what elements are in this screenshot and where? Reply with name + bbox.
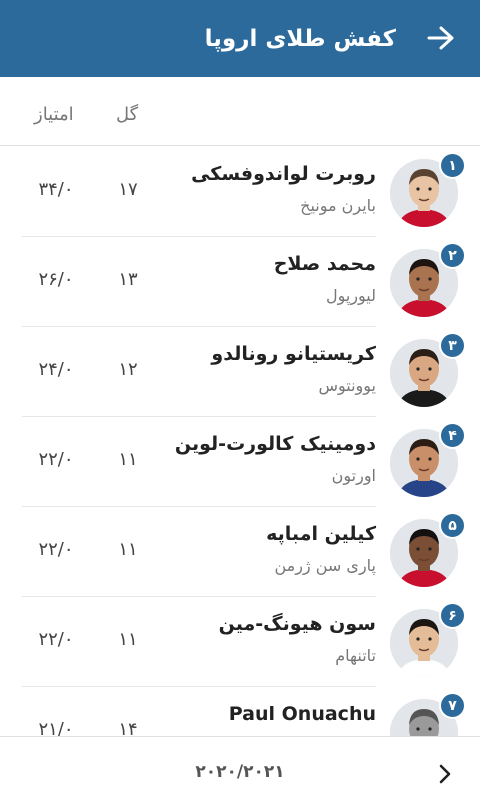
goals-column-header: گل: [116, 104, 139, 125]
player-goals: ۱۷: [118, 179, 138, 200]
player-name: دومینیک کالورت-لوین: [174, 433, 376, 455]
season-label: ۲۰۲۰/۲۰۲۱: [195, 762, 285, 782]
player-team: لیورپول: [325, 286, 376, 305]
player-goals: ۱۲: [118, 359, 138, 380]
player-name: کیلین امباپه: [266, 523, 376, 545]
player-goals: ۱۴: [118, 719, 138, 736]
player-points: ۲۴/۰: [38, 359, 74, 380]
rank-badge: ۵: [439, 512, 466, 539]
player-goals: ۱۳: [118, 269, 138, 290]
scorers-list[interactable]: ۱ روبرت لواندوفسکی بایرن مونیخ ۱۷ ۳۴/۰ ۲ محمد …: [0, 147, 480, 736]
player-points: ۲۶/۰: [38, 269, 74, 290]
points-column-header: امتیاز: [34, 104, 74, 125]
table-row[interactable]: ۴ دومینیک کالورت-لوین اورتون ۱۱ ۲۲/۰: [0, 417, 480, 507]
player-points: ۳۴/۰: [38, 179, 74, 200]
player-name: روبرت لواندوفسکی: [191, 163, 376, 185]
player-points: ۲۲/۰: [38, 539, 74, 560]
table-row[interactable]: ۲ محمد صلاح لیورپول ۱۳ ۲۶/۰: [0, 237, 480, 327]
player-name: Paul Onuachu: [228, 703, 376, 725]
rank-badge: ۶: [439, 602, 466, 629]
player-points: ۲۲/۰: [38, 629, 74, 650]
table-row[interactable]: ۳ کریستیانو رونالدو یوونتوس ۱۲ ۲۴/۰: [0, 327, 480, 417]
rank-badge: ۱: [439, 152, 466, 179]
rank-badge: ۳: [439, 332, 466, 359]
app-bar: کفش طلای اروپا: [0, 0, 480, 77]
player-name: محمد صلاح: [273, 253, 376, 275]
player-goals: ۱۱: [118, 629, 138, 650]
player-team: بایرن مونیخ: [300, 196, 376, 215]
player-team: تاتنهام: [335, 646, 376, 665]
table-row[interactable]: ۱ روبرت لواندوفسکی بایرن مونیخ ۱۷ ۳۴/۰: [0, 147, 480, 237]
table-row[interactable]: ۵ کیلین امباپه پاری سن ژرمن ۱۱ ۲۲/۰: [0, 507, 480, 597]
player-team: پاری سن ژرمن: [274, 556, 376, 575]
next-season-button[interactable]: [430, 759, 460, 789]
rank-badge: ۷: [439, 692, 466, 719]
player-name: سون هیونگ-مین: [218, 613, 376, 635]
player-team: اورتون: [331, 466, 376, 485]
player-points: ۲۲/۰: [38, 449, 74, 470]
player-name: کریستیانو رونالدو: [211, 343, 376, 365]
player-goals: ۱۱: [118, 539, 138, 560]
player-goals: ۱۱: [118, 449, 138, 470]
back-button[interactable]: [424, 20, 458, 56]
table-row[interactable]: ۷ Paul Onuachu ۱۴ ۲۱/۰: [0, 687, 480, 736]
chevron-right-icon: [439, 764, 451, 784]
rank-badge: ۴: [439, 422, 466, 449]
table-row[interactable]: ۶ سون هیونگ-مین تاتنهام ۱۱ ۲۲/۰: [0, 597, 480, 687]
player-points: ۲۱/۰: [38, 719, 74, 736]
rank-badge: ۲: [439, 242, 466, 269]
arrow-right-icon: [427, 26, 454, 50]
season-bar: ۲۰۲۰/۲۰۲۱: [0, 736, 480, 809]
player-team: یوونتوس: [318, 376, 376, 395]
column-header: امتیاز گل: [0, 77, 480, 146]
page-title: کفش طلای اروپا: [204, 25, 396, 52]
title-wrap: کفش طلای اروپا: [205, 0, 396, 77]
